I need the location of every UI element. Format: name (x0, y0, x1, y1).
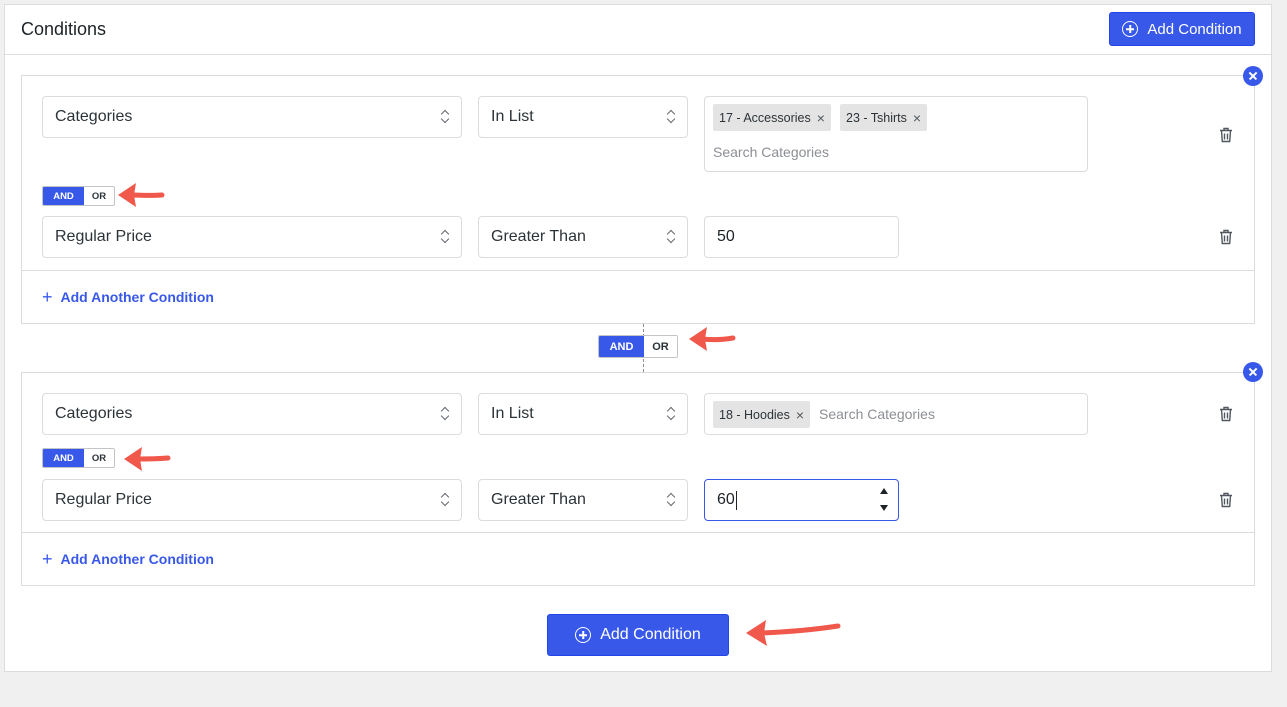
plus-icon: + (42, 287, 53, 307)
value-input[interactable]: 60 (704, 479, 899, 521)
remove-tag-icon[interactable]: × (913, 110, 921, 126)
number-spinner[interactable] (880, 486, 890, 514)
category-tag: 23 - Tshirts × (840, 104, 928, 131)
value-input-text: 50 (717, 228, 735, 245)
tag-label: 18 - Hoodies (719, 407, 790, 422)
operator-select[interactable]: In List (478, 393, 688, 435)
operator-select[interactable]: Greater Than (478, 216, 688, 258)
select-arrows-icon (667, 493, 675, 507)
category-tag: 17 - Accessories × (713, 104, 831, 131)
condition-group-1: Categories In List 17 - Accessories × 23… (21, 75, 1255, 324)
operator-select-value: Greater Than (491, 228, 586, 245)
select-arrows-icon (441, 493, 449, 507)
add-another-condition-link[interactable]: + Add Another Condition (42, 287, 214, 307)
select-arrows-icon (441, 407, 449, 421)
category-search-input[interactable]: Search Categories (819, 406, 935, 422)
value-input-text: 60 (717, 491, 735, 508)
close-group-icon[interactable] (1243, 362, 1263, 382)
toggle-or-option[interactable]: OR (644, 336, 677, 357)
trash-icon[interactable] (1219, 406, 1233, 422)
select-arrows-icon (667, 110, 675, 124)
select-arrows-icon (667, 230, 675, 244)
condition-group-2: Categories In List 18 - Hoodies × Search… (21, 372, 1255, 586)
trash-icon[interactable] (1219, 127, 1233, 143)
toggle-and-option[interactable]: AND (43, 187, 84, 205)
select-arrows-icon (667, 407, 675, 421)
select-arrows-icon (441, 230, 449, 244)
operator-select-value: Greater Than (491, 491, 586, 508)
tag-label: 17 - Accessories (719, 110, 811, 125)
field-select-value: Regular Price (55, 228, 152, 245)
add-another-label: Add Another Condition (60, 551, 214, 567)
add-condition-label: Add Condition (600, 626, 701, 643)
toggle-or-option[interactable]: OR (84, 187, 114, 205)
increment-arrow-icon[interactable] (880, 488, 888, 494)
close-group-icon[interactable] (1243, 66, 1263, 86)
plus-circle-icon (575, 627, 592, 643)
category-tag: 18 - Hoodies × (713, 401, 811, 428)
and-or-toggle[interactable]: AND OR (42, 448, 115, 468)
annotation-arrow-icon (124, 447, 171, 471)
toggle-and-option[interactable]: AND (43, 449, 84, 467)
toggle-or-option[interactable]: OR (84, 449, 114, 467)
add-condition-button-bottom[interactable]: Add Condition (547, 614, 729, 656)
select-arrows-icon (441, 110, 449, 124)
page-title: Conditions (21, 19, 107, 39)
add-condition-button-top[interactable]: Add Condition (1109, 12, 1255, 46)
field-select[interactable]: Categories (42, 393, 462, 435)
remove-tag-icon[interactable]: × (817, 110, 825, 126)
field-select[interactable]: Categories (42, 96, 462, 138)
operator-select-value: In List (491, 108, 534, 125)
field-select-value: Categories (55, 405, 133, 422)
group-and-or-toggle[interactable]: AND OR (598, 335, 678, 358)
decrement-arrow-icon[interactable] (880, 505, 888, 511)
plus-circle-icon (1122, 21, 1139, 37)
categories-multiselect[interactable]: 17 - Accessories × 23 - Tshirts × Search… (704, 96, 1088, 172)
categories-multiselect[interactable]: 18 - Hoodies × Search Categories (704, 393, 1088, 435)
value-input[interactable]: 50 (704, 216, 899, 258)
add-another-condition-link[interactable]: + Add Another Condition (42, 549, 214, 569)
and-or-toggle[interactable]: AND OR (42, 186, 115, 206)
annotation-arrow-icon (689, 327, 736, 351)
toggle-and-option[interactable]: AND (599, 336, 644, 357)
remove-tag-icon[interactable]: × (796, 407, 804, 423)
panel-header: Conditions Add Condition (5, 5, 1271, 55)
field-select[interactable]: Regular Price (42, 216, 462, 258)
plus-icon: + (42, 549, 53, 569)
field-select-value: Categories (55, 108, 133, 125)
category-search-input[interactable]: Search Categories (713, 144, 829, 160)
field-select[interactable]: Regular Price (42, 479, 462, 521)
operator-select[interactable]: Greater Than (478, 479, 688, 521)
trash-icon[interactable] (1219, 229, 1233, 245)
add-another-label: Add Another Condition (60, 289, 214, 305)
text-caret (735, 490, 737, 510)
tag-label: 23 - Tshirts (846, 110, 907, 125)
annotation-arrow-icon (118, 183, 165, 207)
operator-select[interactable]: In List (478, 96, 688, 138)
annotation-arrow-icon (746, 620, 841, 646)
operator-select-value: In List (491, 405, 534, 422)
group-footer: + Add Another Condition (22, 532, 1254, 585)
field-select-value: Regular Price (55, 491, 152, 508)
add-condition-label: Add Condition (1147, 20, 1242, 38)
group-footer: + Add Another Condition (22, 270, 1254, 323)
trash-icon[interactable] (1219, 492, 1233, 508)
